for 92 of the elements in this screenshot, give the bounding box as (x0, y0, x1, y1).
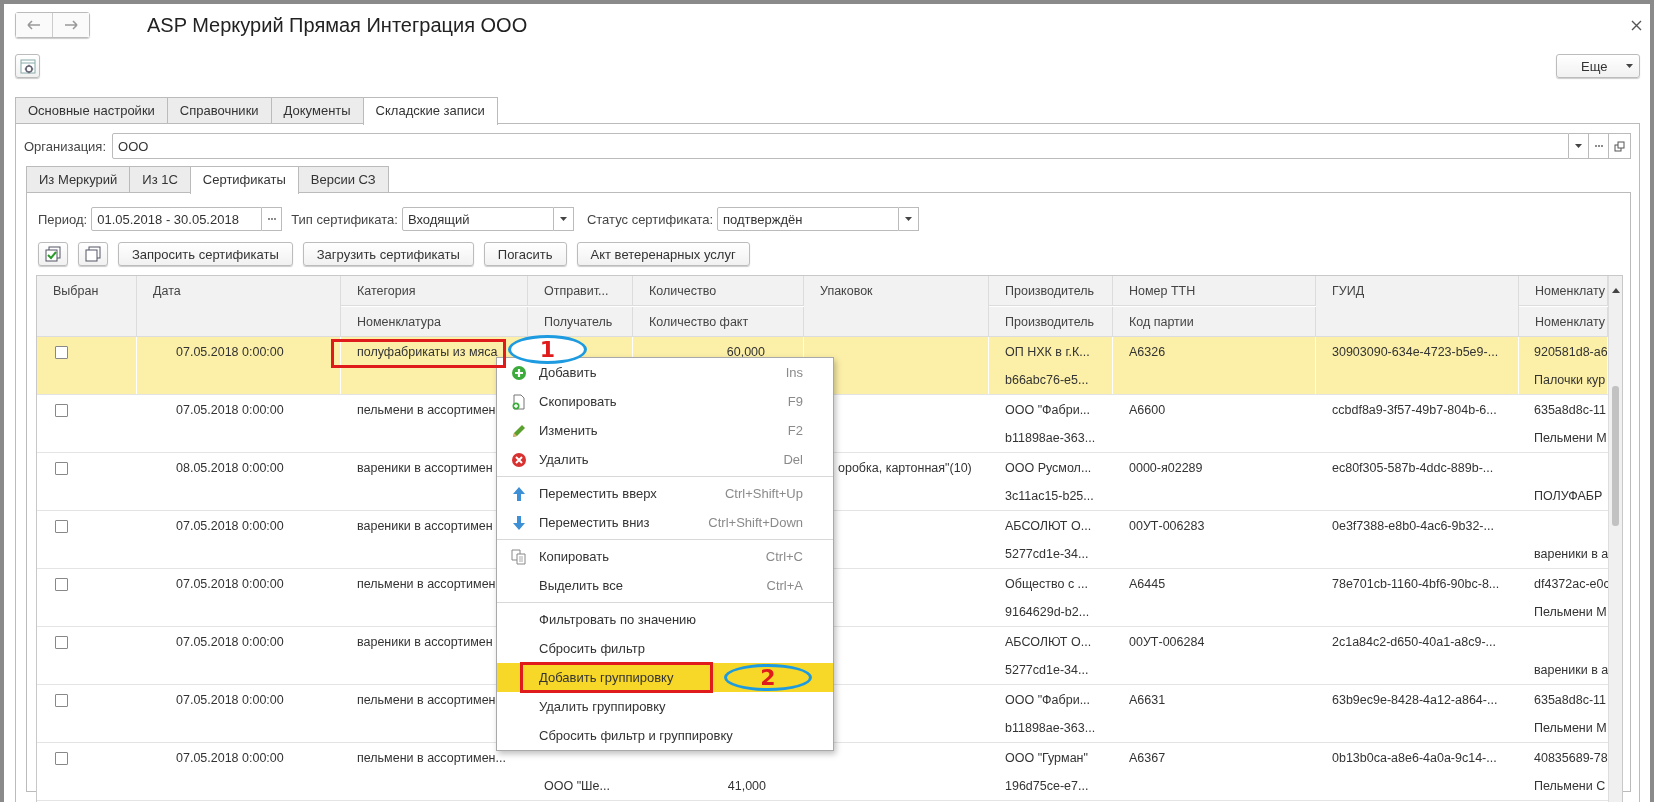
menu-item-label: Переместить вниз (539, 515, 650, 530)
table-cell: 63b9ec9e-8428-4a12-a864-... (1332, 692, 1498, 708)
table-cell: Пельмени М (1534, 430, 1607, 446)
table-cell: ООО "Фабри... (1005, 402, 1091, 418)
table-cell: df4372ac-e0c (1534, 576, 1610, 592)
table-cell: 920581d8-a6 (1534, 344, 1608, 360)
table-cell: 3c11ac15-b25... (1005, 488, 1094, 504)
table-cell: вареники в ассортимен (357, 518, 493, 534)
table-cell: Палочки кур (1534, 372, 1606, 388)
table-cell: b66abc76-e5... (1005, 372, 1089, 388)
table-cell: 08.05.2018 0:00:00 (176, 460, 284, 476)
annotation-marker: 2 (724, 664, 812, 691)
table-cell: А6445 (1129, 576, 1166, 592)
field-label: Организация: (24, 138, 107, 154)
table-cell: пельмени в ассортимен (357, 576, 496, 592)
table-cell: 60,000 (726, 344, 765, 360)
shortcut-text: Ctrl+Shift+Down (708, 515, 803, 530)
table-cell: ООО "Фабри... (1005, 692, 1091, 708)
menu-item-label: Добавить группировку (539, 670, 674, 685)
table-cell: 00УТ-006284 (1129, 634, 1205, 650)
table-cell: 41,000 (727, 778, 766, 794)
table-cell: 635a8d8c-11 (1534, 692, 1607, 708)
table-cell: 5277cd1e-34... (1005, 546, 1089, 562)
table-cell: 30903090-634e-4723-b5e9-... (1332, 344, 1499, 360)
table-cell: b11898ae-363... (1005, 720, 1096, 736)
table-cell: Пельмени М (1534, 604, 1607, 620)
table-cell: 07.05.2018 0:00:00 (176, 402, 284, 418)
table-cell: Общество с ... (1005, 576, 1089, 592)
table-cell: вареники в а (1534, 662, 1609, 678)
table-cell: ООО "Ше... (544, 778, 610, 794)
table-cell: 0e3f7388-e8b0-4ac6-9b32-... (1332, 518, 1494, 534)
table-cell: А6367 (1129, 750, 1166, 766)
menu-item-label: Удалить (539, 452, 589, 467)
table-cell: А6631 (1129, 692, 1166, 708)
shortcut-text: Ctrl+C (765, 549, 803, 564)
field-label: Статус сертификата: (586, 211, 714, 227)
table-cell: пельмени в ассортимен (357, 402, 496, 418)
table-cell: 2c1a84c2-d650-40a1-a8c9-... (1332, 634, 1496, 650)
table-cell: 07.05.2018 0:00:00 (176, 576, 284, 592)
table-cell: ООО "Гурман" (1005, 750, 1088, 766)
table-cell: 635a8d8c-11 (1534, 402, 1607, 418)
table-cell: пельмени в ассортимен... (357, 750, 506, 766)
menu-item-label: Сбросить фильтр (539, 641, 645, 656)
shortcut-text: Del (783, 452, 803, 467)
table-cell: вареники в а (1534, 546, 1609, 562)
table-cell: 07.05.2018 0:00:00 (176, 344, 284, 360)
menu-item-label: Скопировать (539, 394, 617, 409)
shortcut-text: Ins (785, 365, 803, 380)
field-label: Тип сертификата: (291, 211, 398, 227)
shortcut-text: F9 (787, 394, 803, 409)
menu-item-label: Добавить (539, 365, 597, 380)
table-cell: 07.05.2018 0:00:00 (176, 750, 284, 766)
table-cell: ООО Русмол... (1005, 460, 1092, 476)
shortcut-text: Ctrl+Shift+Up (724, 486, 803, 501)
table-cell: 07.05.2018 0:00:00 (176, 692, 284, 708)
table-cell: ccbdf8a9-3f57-49b7-804b-6... (1332, 402, 1497, 418)
menu-item-label: Фильтровать по значению (539, 612, 697, 627)
table-cell: А6326 (1129, 344, 1166, 360)
shortcut-text: Ctrl+A (766, 578, 803, 593)
table-cell: 196d75ce-e7... (1005, 778, 1089, 794)
table-cell: Пельмени С (1534, 778, 1606, 794)
menu-item-label: Сбросить фильтр и группировку (539, 728, 733, 743)
table-cell: 07.05.2018 0:00:00 (176, 634, 284, 650)
shortcut-text: F2 (787, 423, 803, 438)
menu-item-label: Удалить группировку (539, 699, 666, 714)
menu-item-label: Выделить все (539, 578, 624, 593)
table-cell: А6600 (1129, 402, 1166, 418)
table-cell: ec80f305-587b-4ddc-889b-... (1332, 460, 1494, 476)
table-cell: вареники в ассортимен (357, 634, 493, 650)
table-cell: 9164629d-b2... (1005, 604, 1090, 620)
table-cell: 5277cd1e-34... (1005, 662, 1089, 678)
menu-item-label: Копировать (539, 549, 609, 564)
menu-item-label: Переместить вверх (539, 486, 657, 501)
table-cell: b11898ae-363... (1005, 430, 1096, 446)
table-cell: ОП НХК в г.К... (1005, 344, 1090, 360)
window-title: ASP Меркурий Прямая Интеграция ООО (147, 13, 529, 37)
table-cell: вареники в ассортимен (357, 460, 493, 476)
table-cell: ПОЛУФАБР (1534, 488, 1603, 504)
table-cell: 00УТ-006283 (1129, 518, 1205, 534)
table-cell: 07.05.2018 0:00:00 (176, 518, 284, 534)
table-cell: оробка, картонная"(10) (838, 460, 972, 476)
table-cell: 40835689-78 (1534, 750, 1608, 766)
table-cell: АБСОЛЮТ О... (1005, 518, 1092, 534)
table-cell: 78e701cb-1160-4bf6-90bc-8... (1332, 576, 1500, 592)
menu-item-label: Изменить (539, 423, 598, 438)
table-cell: АБСОЛЮТ О... (1005, 634, 1092, 650)
table-cell: Пельмени М (1534, 720, 1607, 736)
table-cell: полуфабрикаты из мяса (357, 344, 498, 360)
table-cell: 0b13b0ca-a8e6-4a0a-9c14-... (1332, 750, 1497, 766)
field-label: Период: (38, 211, 88, 227)
table-cell: 0000-я02289 (1129, 460, 1203, 476)
table-cell: пельмени в ассортимен (357, 692, 496, 708)
